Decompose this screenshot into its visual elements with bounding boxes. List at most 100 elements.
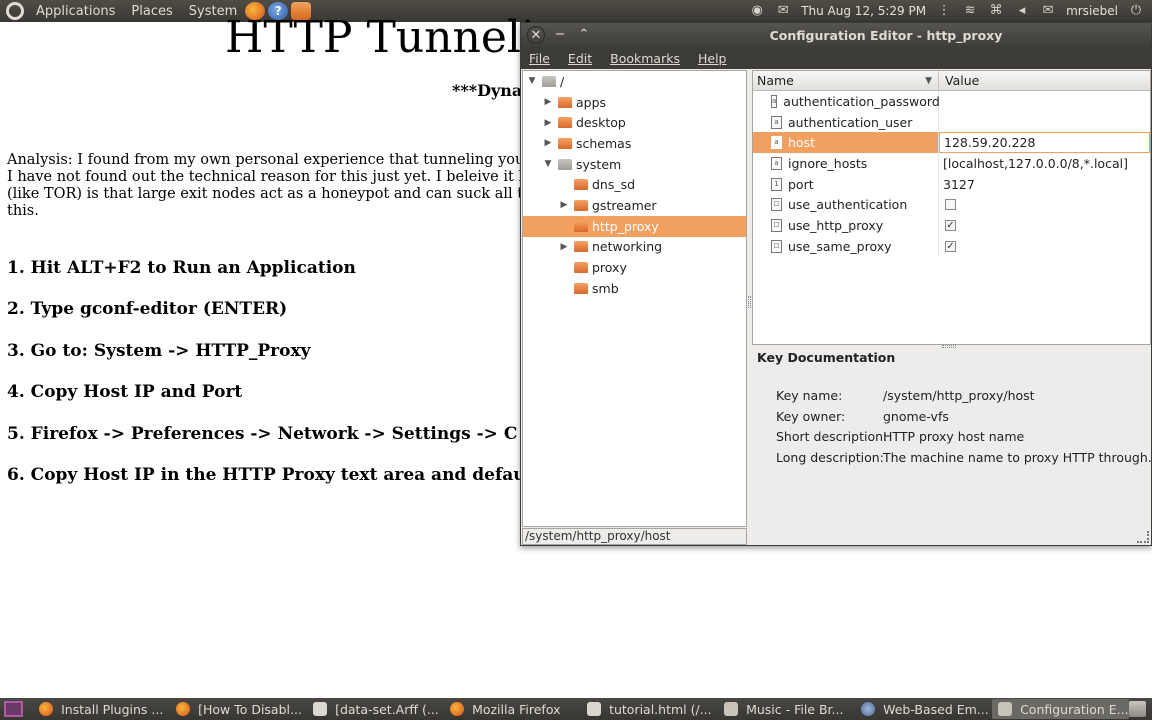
taskbar-item[interactable]: Web-Based Em... [855,699,992,719]
key-value: [localhost,127.0.0.0/8,*.local] [943,155,1128,171]
folder-icon [558,137,572,149]
taskbar-item[interactable]: Install Plugins ... [33,699,170,719]
tree-item-smb[interactable]: smb [523,278,746,299]
show-desktop-button[interactable] [4,701,24,717]
key-name-cell: a host [753,132,939,154]
key-value-cell[interactable]: 128.59.20.228 [939,132,1150,154]
expander-icon[interactable]: ▶ [542,118,554,128]
display-icon[interactable]: ⋮ [936,4,952,18]
tree-item-schemas[interactable]: ▶ schemas [523,133,746,154]
key-value-cell[interactable]: ✓ [939,215,1150,236]
tree-item-label: networking [592,239,663,255]
doc-row: Key owner: gnome-vfs [776,406,1151,427]
analysis-paragraph: Analysis: I found from my own personal e… [7,152,536,220]
bookmarks-menu[interactable]: Bookmarks [610,51,680,66]
key-value-cell[interactable]: 3127 [939,174,1150,195]
expander-icon[interactable]: ▼ [526,76,538,86]
firefox-icon [450,702,465,716]
tree-item-gstreamer[interactable]: ▶ gstreamer [523,195,746,216]
taskbar-item-label: Configuration E... [1020,701,1129,717]
use-same-proxy-checkbox[interactable]: ✓ [945,240,956,252]
places-menu[interactable]: Places [123,4,180,19]
value-column-header[interactable]: Value [939,71,979,90]
key-row-ignore-hosts[interactable]: a ignore_hosts [localhost,127.0.0.0/8,*.lo… [753,153,1150,174]
key-row-authentication-password[interactable]: a authentication_password [753,91,1150,112]
key-row-host[interactable]: a host 128.59.20.228 [753,132,1150,154]
network-status-icon[interactable]: ◉ [749,4,765,18]
close-window-button[interactable]: ✕ [527,26,545,44]
key-row-use-authentication[interactable]: ☐ use_authentication [753,194,1150,216]
key-value-cell[interactable]: [localhost,127.0.0.0/8,*.local] [939,153,1150,174]
wifi-icon[interactable]: ≋ [962,4,978,18]
panel-menu: Applications Places System [28,0,245,22]
key-value: 3127 [943,176,975,192]
minimize-window-button[interactable]: − [551,26,569,44]
trash-icon[interactable] [1129,701,1146,717]
analysis-line: Analysis: I found from my own personal e… [7,152,532,168]
resize-grip[interactable] [1137,531,1149,543]
doc-label: Key owner: [776,408,846,424]
taskbar-item[interactable]: tutorial.html (/... [581,699,718,719]
tree-item-label: apps [576,94,607,110]
analysis-line: this. [7,203,39,219]
expander-icon[interactable]: ▶ [542,138,554,148]
key-name: use_same_proxy [788,238,892,254]
bluetooth-icon[interactable]: ⌘ [988,4,1004,18]
key-value-cell[interactable] [939,194,1150,215]
volume-icon[interactable]: ◂ [1014,4,1030,18]
doc-value: gnome-vfs [883,408,949,424]
expander-icon[interactable]: ▶ [558,200,570,210]
key-value-cell[interactable]: ✓ [939,236,1150,257]
key-row-use-http-proxy[interactable]: ☐ use_http_proxy ✓ [753,215,1150,236]
firefox-icon [176,702,191,716]
name-column-header[interactable]: Name ▼ [753,71,939,90]
key-documentation-title: Key Documentation [757,350,896,365]
page-subtitle: ***Dyna [452,81,523,100]
expander-icon[interactable]: ▼ [542,159,554,169]
step-item: 5. Firefox -> Preferences -> Network -> … [7,423,518,444]
ubuntu-logo-icon[interactable] [6,2,24,20]
help-menu[interactable]: Help [698,51,727,66]
taskbar-item[interactable]: [How To Disabl... [170,699,307,719]
power-icon[interactable]: ⏻ [1128,4,1144,18]
key-value-cell[interactable] [939,112,1150,133]
tree-item-system[interactable]: ▼ system [523,154,746,175]
applications-menu[interactable]: Applications [28,4,123,19]
tree-item-http-proxy[interactable]: http_proxy [523,215,746,237]
key-type-icon: ☐ [771,198,782,212]
tree-item-apps[interactable]: ▶ apps [523,92,746,113]
key-name: port [788,176,814,192]
mail-icon[interactable]: ✉ [775,4,791,18]
maximize-window-button[interactable]: ⌃ [575,26,593,44]
key-row-port[interactable]: 1 port 3127 [753,173,1150,195]
expander-icon[interactable]: ▶ [558,242,570,252]
tree-item-label: schemas [576,135,632,151]
clock[interactable]: Thu Aug 12, 5:29 PM [801,4,926,18]
tree-item-proxy[interactable]: proxy [523,257,746,278]
tree-item-root[interactable]: ▼ / [523,71,746,92]
key-value-cell[interactable] [939,91,1150,112]
key-value[interactable]: 128.59.20.228 [944,135,1035,150]
tree-item-desktop[interactable]: ▶ desktop [523,112,746,133]
taskbar-item[interactable]: Mozilla Firefox [444,699,581,719]
key-row-authentication-user[interactable]: a authentication_user [753,111,1150,133]
key-row-use-same-proxy[interactable]: ☐ use_same_proxy ✓ [753,235,1150,257]
use-http-proxy-checkbox[interactable]: ✓ [945,219,956,231]
tree-item-networking[interactable]: ▶ networking [523,237,746,258]
tree-item-label: system [576,156,622,172]
file-menu[interactable]: File [529,51,550,66]
messaging-icon[interactable]: ✉ [1040,4,1056,18]
expander-icon[interactable]: ▶ [542,97,554,107]
user-menu[interactable]: mrsiebel [1066,4,1118,18]
taskbar-item[interactable]: Configuration E... [992,699,1130,719]
folder-icon [574,199,588,211]
edit-menu[interactable]: Edit [568,51,592,66]
sort-arrow-icon: ▼ [925,76,932,86]
folder-icon [558,117,572,129]
use-authentication-checkbox[interactable] [945,199,956,211]
tree-item-dns-sd[interactable]: dns_sd [523,174,746,195]
step-item: 4. Copy Host IP and Port [7,382,243,403]
taskbar-item[interactable]: Music - File Br... [718,699,855,719]
window-titlebar[interactable]: ✕ − ⌃ Configuration Editor - http_proxy [521,23,1151,47]
taskbar-item[interactable]: [data-set.Arff (... [307,699,444,719]
